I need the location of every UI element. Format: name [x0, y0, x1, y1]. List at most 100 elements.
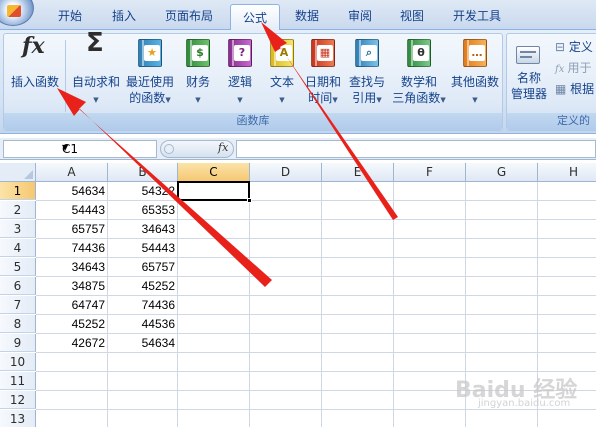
formula-input[interactable]: [236, 140, 596, 158]
row-header-6[interactable]: 6: [0, 277, 36, 295]
tab-data[interactable]: 数据: [295, 7, 319, 29]
lookup-reference-button[interactable]: ⌕ 查找与 引用▼: [345, 38, 389, 108]
active-cell-c1[interactable]: [177, 181, 250, 201]
date-time-label-2: 时间▼: [302, 90, 344, 108]
insert-function-button[interactable]: fx 插入函数: [7, 35, 63, 90]
tab-developer[interactable]: 开发工具: [453, 7, 501, 29]
column-header-f[interactable]: F: [394, 163, 466, 182]
lookup-label-1: 查找与: [348, 75, 385, 89]
chevron-down-icon: ▼: [376, 96, 382, 104]
row-header-10[interactable]: 10: [0, 353, 36, 371]
row-header-9[interactable]: 9: [0, 334, 36, 352]
define-name-icon: ⊟: [555, 40, 569, 54]
tab-view[interactable]: 视图: [400, 7, 424, 29]
cell-b6[interactable]: 45252: [108, 277, 178, 295]
tab-review[interactable]: 审阅: [348, 7, 372, 29]
chevron-down-icon: ▼: [195, 96, 201, 104]
cell-b2[interactable]: 65353: [108, 201, 178, 219]
text-book-icon: A: [268, 38, 296, 68]
row-header-5[interactable]: 5: [0, 258, 36, 276]
logical-label: 逻辑: [227, 75, 252, 89]
fill-handle[interactable]: [247, 198, 252, 203]
cell-b9[interactable]: 54634: [108, 334, 178, 352]
column-header-g[interactable]: G: [466, 163, 538, 182]
sigma-icon: Σ: [86, 28, 104, 58]
tab-formulas[interactable]: 公式: [230, 4, 280, 31]
cell-b3[interactable]: 34643: [108, 220, 178, 238]
tab-home[interactable]: 开始: [58, 7, 82, 29]
function-library-group: fx 插入函数 Σ 自动求和 ▼ ★ 最近使用 的函数▼ $ 财务 ▼ ? 逻辑…: [3, 28, 503, 131]
fx-small-icon: fx: [555, 64, 568, 75]
row-header-1[interactable]: 1: [0, 182, 36, 200]
recently-used-label-2: 的函数▼: [124, 90, 176, 108]
logical-book-icon: ?: [226, 38, 254, 68]
select-all-corner[interactable]: [0, 163, 36, 182]
financial-button[interactable]: $ 财务 ▼: [180, 38, 216, 108]
cell-a9[interactable]: 42672: [36, 334, 108, 352]
create-from-selection-button[interactable]: ▦ 根据: [555, 81, 594, 97]
column-header-a[interactable]: A: [36, 163, 108, 182]
defined-names-group: 名称 管理器 ⊟ 定义 fx 用于 ▦ 根据 定义的: [506, 33, 596, 131]
cell-a2[interactable]: 54443: [36, 201, 108, 219]
more-book-icon: …: [461, 38, 489, 68]
theta-book-icon: θ: [405, 38, 433, 68]
chevron-down-icon[interactable]: ▼: [62, 143, 154, 152]
use-in-formula-button[interactable]: fx 用于: [555, 60, 592, 78]
math-trig-button[interactable]: θ 数学和 三角函数▼: [390, 38, 448, 108]
row-header-3[interactable]: 3: [0, 220, 36, 238]
cell-a3[interactable]: 65757: [36, 220, 108, 238]
date-time-button[interactable]: ▦ 日期和 时间▼: [302, 38, 344, 108]
column-header-e[interactable]: E: [322, 163, 394, 182]
name-manager-label-2: 管理器: [510, 87, 547, 101]
cell-a7[interactable]: 64747: [36, 296, 108, 314]
ribbon-separator: [65, 40, 66, 112]
tab-page-layout[interactable]: 页面布局: [165, 7, 213, 29]
cell-b5[interactable]: 65757: [108, 258, 178, 276]
row-header-2[interactable]: 2: [0, 201, 36, 219]
name-box[interactable]: C1 ▼: [3, 140, 157, 158]
insert-function-label: 插入函数: [10, 75, 59, 89]
function-library-group-label: 函数库: [4, 113, 502, 130]
chevron-down-icon: ▼: [332, 96, 338, 104]
cell-a8[interactable]: 45252: [36, 315, 108, 333]
cell-a1[interactable]: 54634: [36, 182, 108, 200]
name-manager-label-1: 名称: [516, 71, 541, 85]
star-book-icon: ★: [136, 38, 164, 68]
text-functions-button[interactable]: A 文本 ▼: [264, 38, 300, 108]
formula-bar: C1 ▼ fx: [0, 138, 596, 160]
ribbon: fx 插入函数 Σ 自动求和 ▼ ★ 最近使用 的函数▼ $ 财务 ▼ ? 逻辑…: [0, 30, 596, 134]
cell-b7[interactable]: 74436: [108, 296, 178, 314]
cell-a4[interactable]: 74436: [36, 239, 108, 257]
column-header-c[interactable]: C: [178, 163, 250, 182]
lookup-label-2: 引用▼: [345, 90, 389, 108]
row-header-8[interactable]: 8: [0, 315, 36, 333]
ribbon-tab-bar: 开始 插入 页面布局 公式 数据 审阅 视图 开发工具: [0, 0, 596, 31]
logical-button[interactable]: ? 逻辑 ▼: [222, 38, 258, 108]
insert-function-bar-button[interactable]: fx: [160, 140, 234, 158]
more-functions-button[interactable]: … 其他函数 ▼: [448, 38, 502, 108]
recently-used-button[interactable]: ★ 最近使用 的函数▼: [124, 38, 176, 108]
financial-book-icon: $: [184, 38, 212, 68]
row-header-7[interactable]: 7: [0, 296, 36, 314]
date-time-label-1: 日期和: [304, 75, 341, 89]
define-name-button[interactable]: ⊟ 定义: [555, 39, 593, 55]
row-header-13[interactable]: 13: [0, 410, 36, 427]
column-header-h[interactable]: H: [538, 163, 596, 182]
row-header-11[interactable]: 11: [0, 372, 36, 390]
autosum-button[interactable]: Σ 自动求和 ▼: [68, 28, 124, 108]
cell-b4[interactable]: 54443: [108, 239, 178, 257]
office-button[interactable]: [0, 0, 34, 26]
name-manager-button[interactable]: 名称 管理器: [509, 42, 549, 102]
column-header-b[interactable]: B: [108, 163, 178, 182]
tab-insert[interactable]: 插入: [112, 7, 136, 29]
cell-b1[interactable]: 54322: [108, 182, 178, 200]
chevron-down-icon: ▼: [165, 96, 171, 104]
column-header-d[interactable]: D: [250, 163, 322, 182]
row-header-12[interactable]: 12: [0, 391, 36, 409]
cell-a6[interactable]: 34875: [36, 277, 108, 295]
row-header-4[interactable]: 4: [0, 239, 36, 257]
cell-b8[interactable]: 44536: [108, 315, 178, 333]
resize-handle-icon[interactable]: [164, 144, 174, 154]
math-trig-label-1: 数学和: [400, 75, 437, 89]
cell-a5[interactable]: 34643: [36, 258, 108, 276]
